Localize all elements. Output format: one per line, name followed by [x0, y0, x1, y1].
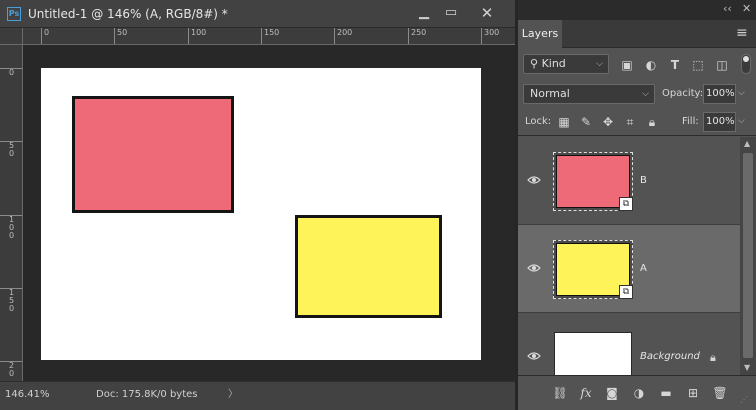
fill-dropdown-icon[interactable]: ⌵	[738, 116, 745, 126]
scroll-thumb[interactable]	[743, 153, 753, 358]
new-layer-icon[interactable]: ⊞	[685, 385, 701, 401]
smart-object-badge-icon: ⧉	[619, 285, 633, 299]
canvas-pasteboard[interactable]	[23, 45, 515, 381]
delete-layer-icon[interactable]: 🗑︎	[712, 385, 728, 401]
lock-all-icon[interactable]: 🔒︎	[644, 114, 660, 130]
ruler-tick: 0	[0, 68, 22, 77]
scroll-up-icon[interactable]: ▲	[744, 139, 750, 148]
scroll-down-icon[interactable]: ▼	[744, 363, 750, 372]
fill-field[interactable]: 100%	[703, 112, 736, 132]
close-button[interactable]: ✕	[473, 4, 501, 22]
horizontal-ruler[interactable]: 0 50 100 150 200 250 300	[23, 28, 515, 45]
document-title: Untitled-1 @ 146% (A, RGB/8#) *	[28, 7, 228, 21]
blend-mode-value: Normal	[530, 87, 570, 100]
layer-row-b[interactable]: ⧉ B	[518, 137, 740, 225]
minimize-button[interactable]: ▁	[410, 4, 438, 22]
lock-label: Lock:	[525, 116, 552, 127]
filter-toggle-switch[interactable]	[741, 54, 751, 74]
photoshop-workspace: Ps Untitled-1 @ 146% (A, RGB/8#) * ▁ ▭ ✕…	[0, 0, 756, 410]
layers-panel: ‹‹ ✕ Layers ≡ ⚲ Kind ⌵ ▣ ◐ T ⬚ ◫ Normal …	[518, 0, 756, 410]
lock-pixels-icon[interactable]: ✎	[578, 114, 594, 130]
smart-object-badge-icon: ⧉	[619, 197, 633, 211]
chevron-down-icon: ⌵	[642, 89, 649, 99]
layers-panel-footer: ⛓ fx ◙ ◑ ▬ ⊞ 🗑︎ ⋰	[518, 375, 756, 410]
ruler-tick: 1 0 0	[0, 215, 22, 240]
maximize-button[interactable]: ▭	[437, 4, 465, 22]
smart-object-filter-icon[interactable]: ◫	[714, 57, 730, 73]
tab-layers[interactable]: Layers	[518, 20, 562, 48]
lock-artboard-icon[interactable]: ⌗	[622, 114, 638, 130]
search-icon: ⚲	[530, 57, 542, 70]
canvas[interactable]	[41, 68, 481, 360]
ruler-origin[interactable]	[0, 28, 23, 45]
layers-list: ⧉ B ⧉ A Background 🔒︎	[518, 137, 740, 375]
fill-label: Fill:	[682, 116, 699, 127]
type-filter-icon[interactable]: T	[667, 57, 683, 73]
ruler-tick: 250	[408, 28, 426, 44]
layer-name[interactable]: Background	[640, 351, 700, 362]
ruler-tick: 2 0	[0, 361, 22, 378]
panel-dock-header: ‹‹ ✕	[518, 0, 756, 20]
ruler-tick: 300	[481, 28, 499, 44]
rectangle-a-shape[interactable]	[295, 215, 442, 318]
document-titlebar[interactable]: Ps Untitled-1 @ 146% (A, RGB/8#) * ▁ ▭ ✕	[0, 0, 515, 28]
layer-thumbnail[interactable]	[554, 332, 632, 375]
ruler-tick: 50	[114, 28, 127, 44]
status-bar: 146.41% Doc: 175.8K/0 bytes 〉	[0, 381, 515, 410]
layers-scrollbar[interactable]: ▲ ▼	[740, 137, 756, 375]
rectangle-b-shape[interactable]	[72, 96, 234, 213]
layer-lock-icon: 🔒︎	[710, 351, 716, 364]
status-menu-arrow-icon[interactable]: 〉	[228, 387, 238, 403]
ruler-tick: 5 0	[0, 141, 22, 158]
lock-position-icon[interactable]: ✥	[600, 114, 616, 130]
panel-tab-row: Layers ≡	[518, 20, 756, 48]
opacity-dropdown-icon[interactable]: ⌵	[738, 88, 745, 98]
ruler-tick: 1 5 0	[0, 288, 22, 313]
adjustment-filter-icon[interactable]: ◐	[643, 57, 659, 73]
add-mask-icon[interactable]: ◙	[604, 385, 620, 401]
blend-mode-select[interactable]: Normal ⌵	[523, 84, 655, 104]
filter-kind-label: Kind	[541, 57, 566, 70]
photoshop-app-icon: Ps	[7, 7, 21, 21]
layer-filter-row: ⚲ Kind ⌵ ▣ ◐ T ⬚ ◫	[518, 48, 756, 80]
ruler-tick: 150	[261, 28, 279, 44]
collapse-panels-icon[interactable]: ‹‹	[723, 2, 732, 15]
ruler-tick: 0	[41, 28, 49, 44]
lock-row: Lock: ▦ ✎ ✥ ⌗ 🔒︎ Fill: 100% ⌵	[518, 108, 756, 136]
opacity-label: Opacity:	[662, 88, 704, 99]
ruler-tick: 200	[334, 28, 352, 44]
document-window: Ps Untitled-1 @ 146% (A, RGB/8#) * ▁ ▭ ✕…	[0, 0, 515, 410]
blend-row: Normal ⌵ Opacity: 100% ⌵	[518, 80, 756, 108]
zoom-level-field[interactable]: 146.41%	[5, 387, 55, 403]
image-filter-icon[interactable]: ▣	[619, 57, 635, 73]
document-info: Doc: 175.8K/0 bytes	[96, 389, 198, 400]
chevron-down-icon: ⌵	[596, 59, 603, 69]
shape-filter-icon[interactable]: ⬚	[690, 57, 706, 73]
resize-grip-icon[interactable]: ⋰	[740, 395, 748, 404]
visibility-eye-icon[interactable]	[527, 263, 541, 273]
layer-name[interactable]: B	[640, 175, 647, 186]
vertical-ruler[interactable]: 0 5 0 1 0 0 1 5 0 2 0	[0, 45, 23, 381]
ruler-tick: 100	[188, 28, 206, 44]
layer-row-background[interactable]: Background 🔒︎	[518, 313, 740, 375]
adjustment-layer-icon[interactable]: ◑	[631, 385, 647, 401]
panel-menu-icon[interactable]: ≡	[736, 25, 748, 41]
visibility-eye-icon[interactable]	[527, 175, 541, 185]
new-group-icon[interactable]: ▬	[658, 385, 674, 401]
opacity-field[interactable]: 100%	[703, 84, 736, 104]
layer-name[interactable]: A	[640, 263, 647, 274]
layer-style-icon[interactable]: fx	[578, 385, 594, 401]
visibility-eye-icon[interactable]	[527, 351, 541, 361]
layer-row-a[interactable]: ⧉ A	[518, 225, 740, 313]
filter-kind-select[interactable]: ⚲ Kind ⌵	[523, 54, 609, 74]
lock-transparency-icon[interactable]: ▦	[556, 114, 572, 130]
close-panel-icon[interactable]: ✕	[742, 2, 751, 15]
link-layers-icon[interactable]: ⛓	[552, 385, 568, 401]
